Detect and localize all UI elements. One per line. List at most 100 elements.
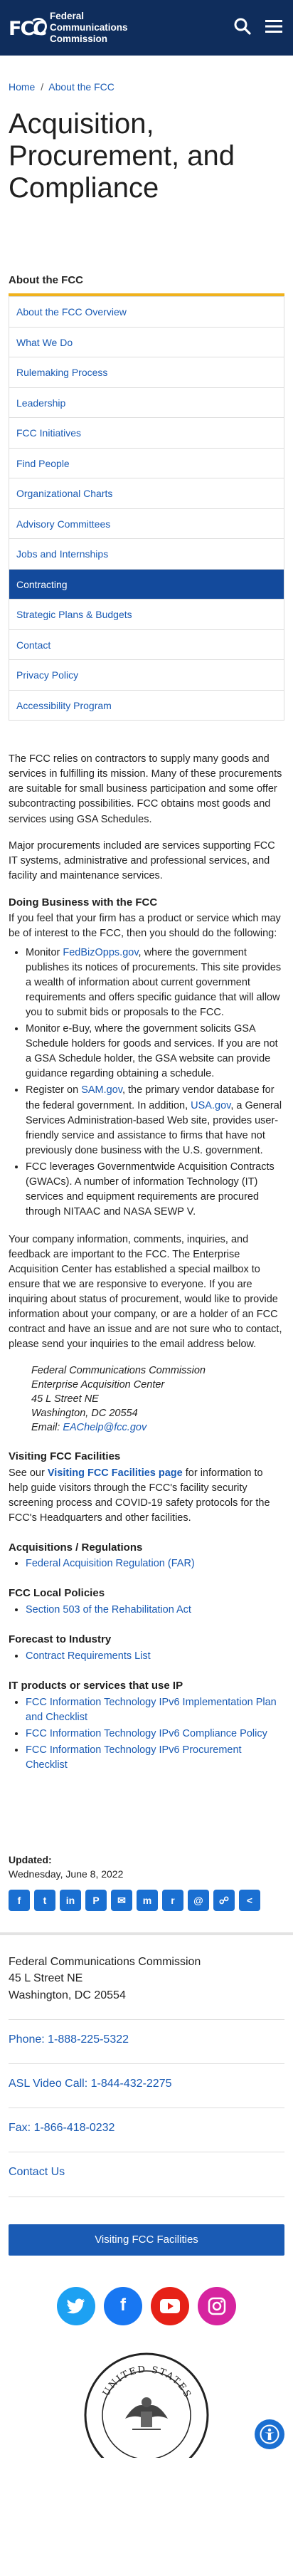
- sidebar-item-jobs-and-internships[interactable]: Jobs and Internships: [9, 538, 284, 569]
- divider: [9, 2019, 284, 2020]
- sidebar-item-find-people[interactable]: Find People: [9, 447, 284, 478]
- sidebar-item-organizational-charts[interactable]: Organizational Charts: [9, 478, 284, 508]
- fedbizopps-link[interactable]: FedBizOpps.gov: [63, 947, 138, 958]
- list-text: Monitor e-Buy, where the government soli…: [26, 1023, 278, 1080]
- visiting-facilities-button[interactable]: Visiting FCC Facilities: [9, 2224, 284, 2256]
- updated-info: Updated: Wednesday, June 8, 2022: [0, 1787, 293, 1882]
- list-item: FCC Information Technology IPv6 Implemen…: [26, 1695, 284, 1725]
- site-footer: Federal Communications Commission 45 L S…: [0, 1932, 293, 2458]
- sidebar-item-strategic-plans-budgets[interactable]: Strategic Plans & Budgets: [9, 599, 284, 629]
- footer-asl-link[interactable]: ASL Video Call: 1-844-432-2275: [9, 2075, 284, 2092]
- address-line: 45 L Street NE: [31, 1393, 99, 1405]
- sms-icon[interactable]: ✉: [111, 1890, 132, 1912]
- search-icon[interactable]: [233, 17, 252, 36]
- usa-gov-link[interactable]: USA.gov: [191, 1100, 230, 1111]
- twitter-icon[interactable]: t: [34, 1890, 55, 1912]
- ipv6-plan-link[interactable]: FCC Information Technology IPv6 Implemen…: [26, 1697, 277, 1723]
- sidebar-item-leadership[interactable]: Leadership: [9, 387, 284, 418]
- list-text: Monitor: [26, 947, 63, 959]
- sidebar-title: About the FCC: [9, 273, 284, 297]
- list-item: Monitor FedBizOpps.gov, where the govern…: [26, 946, 284, 1020]
- sam-gov-link[interactable]: SAM.gov: [81, 1084, 122, 1096]
- intro-paragraph: The FCC relies on contractors to supply …: [9, 753, 282, 825]
- footer-contact-link[interactable]: Contact Us: [9, 2164, 284, 2180]
- sidebar-item-accessibility-program[interactable]: Accessibility Program: [9, 689, 284, 721]
- breadcrumb-about[interactable]: About the FCC: [48, 81, 114, 93]
- site-header: FCC Federal Communications Commission: [0, 0, 293, 56]
- logo-org-name[interactable]: Federal Communications Commission: [50, 11, 128, 45]
- copy-link-icon[interactable]: ☍: [213, 1890, 235, 1912]
- footer-phone-link[interactable]: Phone: 1-888-225-5322: [9, 2031, 284, 2048]
- footer-street: 45 L Street NE: [9, 1972, 83, 1985]
- menu-icon[interactable]: [265, 17, 283, 36]
- logo-org-line: Federal: [50, 11, 85, 22]
- footer-city: Washington, DC 20554: [9, 1989, 126, 2001]
- share-icon[interactable]: <: [239, 1890, 260, 1912]
- eac-email-link[interactable]: EAChelp@fcc.gov: [63, 1422, 146, 1433]
- list-text: Register on: [26, 1084, 82, 1096]
- acquisitions-heading: Acquisitions / Regulations: [9, 1541, 143, 1554]
- page-title: Acquisition, Procurement, and Compliance: [9, 108, 235, 204]
- doing-business-list: Monitor FedBizOpps.gov, where the govern…: [26, 946, 284, 1219]
- ipv6-section: IT products or services that use IP FCC …: [9, 1678, 284, 1773]
- sidebar-item-what-we-do[interactable]: What We Do: [9, 326, 284, 357]
- section-503-link[interactable]: Section 503 of the Rehabilitation Act: [26, 1604, 191, 1616]
- fcc-seal: UNITED STATES: [82, 2351, 211, 2458]
- inquiries-paragraph: Your company information, comments, inqu…: [9, 1233, 282, 1350]
- instagram-icon[interactable]: [198, 2286, 236, 2325]
- sidebar-item-advisory-committees[interactable]: Advisory Committees: [9, 508, 284, 539]
- main-content: The FCC relies on contractors to supply …: [0, 721, 293, 1772]
- email-label: Email:: [31, 1421, 63, 1433]
- visiting-heading: Visiting FCC Facilities: [9, 1450, 121, 1462]
- eac-address: Federal Communications Commission Enterp…: [31, 1363, 284, 1435]
- list-item: Monitor e-Buy, where the government soli…: [26, 1022, 284, 1082]
- reddit-icon[interactable]: r: [162, 1890, 183, 1912]
- footer-address: Federal Communications Commission 45 L S…: [9, 1954, 284, 2004]
- local-policies-section: FCC Local Policies Section 503 of the Re…: [9, 1586, 284, 1618]
- sidebar-item-contact[interactable]: Contact: [9, 629, 284, 660]
- breadcrumb: Home / About the FCC: [0, 56, 293, 94]
- ipv6-policy-link[interactable]: FCC Information Technology IPv6 Complian…: [26, 1728, 267, 1739]
- doing-business-heading: Doing Business with the FCC: [9, 896, 158, 909]
- twitter-icon[interactable]: [57, 2286, 95, 2325]
- sidebar-item-rulemaking-process[interactable]: Rulemaking Process: [9, 357, 284, 387]
- sidebar-list: About the FCC Overview What We Do Rulemaki…: [9, 296, 284, 721]
- sidebar-item-about-the-fcc-overview[interactable]: About the FCC Overview: [9, 296, 284, 327]
- footer-fax-link[interactable]: Fax: 1-866-418-0232: [9, 2120, 284, 2136]
- list-item: Register on SAM.gov, the primary vendor …: [26, 1083, 284, 1158]
- accessibility-icon[interactable]: [255, 2419, 284, 2449]
- logo-ring: [30, 18, 47, 35]
- ipv6-checklist-link[interactable]: FCC Information Technology IPv6 Procurem…: [26, 1744, 242, 1771]
- list-item: FCC leverages Governmentwide Acquisition…: [26, 1160, 284, 1220]
- messenger-icon[interactable]: m: [137, 1890, 158, 1912]
- list-item: FCC Information Technology IPv6 Procurem…: [26, 1743, 284, 1773]
- address-line: Enterprise Acquisition Center: [31, 1378, 165, 1391]
- sidebar-item-privacy-policy[interactable]: Privacy Policy: [9, 659, 284, 690]
- email-icon[interactable]: @: [188, 1890, 209, 1912]
- breadcrumb-home[interactable]: Home: [9, 81, 35, 93]
- list-item: FCC Information Technology IPv6 Complian…: [26, 1727, 284, 1742]
- linkedin-icon[interactable]: in: [60, 1890, 81, 1912]
- updated-label: Updated:: [9, 1853, 52, 1865]
- share-bar: f t in P ✉ m r @ ☍ <: [0, 1881, 293, 1912]
- contract-requirements-link[interactable]: Contract Requirements List: [26, 1650, 151, 1662]
- list-item: Federal Acquisition Regulation (FAR): [26, 1556, 284, 1571]
- visiting-section: Visiting FCC Facilities See our Visiting…: [9, 1449, 284, 1526]
- logo-org-line: Commission: [50, 33, 108, 44]
- facebook-icon[interactable]: f: [9, 1890, 30, 1912]
- youtube-icon[interactable]: [151, 2286, 189, 2325]
- logo-org-line: Communications: [50, 22, 128, 33]
- far-link[interactable]: Federal Acquisition Regulation (FAR): [26, 1558, 195, 1569]
- pinterest-icon[interactable]: P: [85, 1890, 107, 1912]
- divider: [9, 2063, 284, 2065]
- facebook-icon[interactable]: f: [104, 2286, 142, 2325]
- list-text: FCC leverages Governmentwide Acquisition…: [26, 1161, 275, 1218]
- sidebar-item-fcc-initiatives[interactable]: FCC Initiatives: [9, 417, 284, 448]
- ipv6-heading: IT products or services that use IP: [9, 1679, 183, 1692]
- fcc-logo[interactable]: FCC: [9, 11, 47, 45]
- list-item: Section 503 of the Rehabilitation Act: [26, 1603, 284, 1618]
- visiting-facilities-link[interactable]: Visiting FCC Facilities page: [48, 1467, 183, 1479]
- sidebar-item-contracting[interactable]: Contracting: [9, 568, 284, 600]
- breadcrumb-separator: /: [41, 81, 44, 93]
- forecast-section: Forecast to Industry Contract Requiremen…: [9, 1632, 284, 1664]
